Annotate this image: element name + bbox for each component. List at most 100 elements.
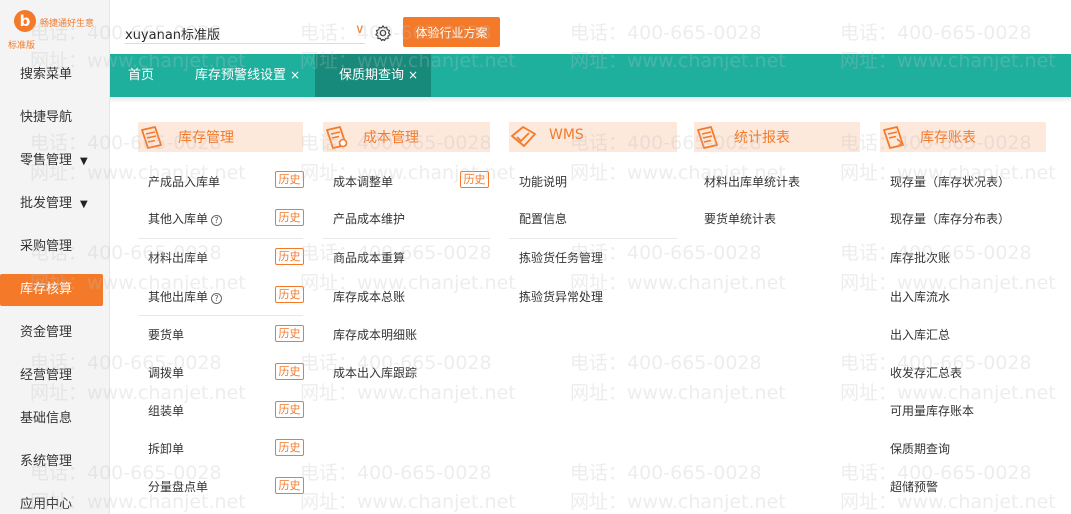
module-header-wms: WMS [509, 122, 677, 152]
try-industry-solution-button[interactable]: 体验行业方案 [403, 17, 500, 47]
module-header-ledger: 库存账表 [880, 122, 1046, 152]
watermark-site: 网址：www.chanjet.net [300, 382, 516, 404]
tab-stock-warning-settings[interactable]: 库存预警线设置 × [195, 54, 300, 97]
menu-item-label: 其他出库单 [148, 290, 209, 304]
help-icon[interactable]: ? [211, 293, 223, 304]
sidebar-item-label: 经营管理 [20, 368, 73, 383]
sidebar-item-app-center[interactable]: 应用中心 [0, 489, 108, 514]
history-button[interactable]: 历史 [275, 286, 304, 303]
menu-item-disassembly[interactable]: 拆卸单 [148, 440, 184, 457]
menu-item-inout-summary[interactable]: 出入库汇总 [890, 326, 950, 343]
history-button[interactable]: 历史 [275, 401, 304, 418]
watermark-site: 网址：www.chanjet.net [570, 382, 786, 404]
divider [509, 238, 677, 239]
company-selector[interactable]: xuyanan标准版 ∨ [125, 22, 365, 44]
sidebar-item-purchase[interactable]: 采购管理 [0, 231, 108, 263]
close-icon[interactable]: × [408, 68, 418, 82]
menu-item-cost-detail-ledger[interactable]: 库存成本明细账 [333, 326, 417, 343]
menu-item-inout-flow[interactable]: 出入库流水 [890, 288, 950, 305]
menu-item-requisition-stats[interactable]: 要货单统计表 [704, 210, 776, 227]
menu-item-feature-description[interactable]: 功能说明 [519, 173, 567, 190]
menu-item-transfer[interactable]: 调拨单 [148, 364, 184, 381]
sidebar-item-operations[interactable]: 经营管理 [0, 360, 108, 392]
module-title: 库存管理 [178, 130, 234, 146]
tab-label: 保质期查询 [339, 68, 405, 83]
close-icon[interactable]: × [290, 68, 300, 82]
top-bar: xuyanan标准版 ∨ 体验行业方案 [110, 0, 1071, 54]
sidebar-item-label: 快捷导航 [20, 110, 73, 125]
logo-slogan: 畅捷通好生意 [40, 19, 95, 29]
menu-item-overstock-warning[interactable]: 超储预警 [890, 478, 938, 495]
module-title: 成本管理 [363, 130, 419, 146]
menu-item-other-inbound[interactable]: 其他入库单? [148, 210, 223, 227]
tab-home[interactable]: 首页 [128, 54, 154, 97]
history-button[interactable]: 历史 [275, 248, 304, 265]
sidebar-item-basic-info[interactable]: 基础信息 [0, 403, 108, 435]
menu-item-receive-issue-summary[interactable]: 收发存汇总表 [890, 364, 962, 381]
sidebar: b 畅捷通好生意 标准版 搜索菜单 快捷导航 零售管理 ▼ 批发管理 ▼ 采购管理 … [0, 0, 110, 514]
menu-item-batch-ledger[interactable]: 库存批次账 [890, 249, 950, 266]
history-button[interactable]: 历史 [275, 171, 304, 188]
history-button[interactable]: 历史 [275, 325, 304, 342]
menu-item-cost-general-ledger[interactable]: 库存成本总账 [333, 288, 405, 305]
sidebar-item-label: 应用中心 [20, 497, 73, 512]
menu-item-stock-distribution[interactable]: 现存量（库存分布表） [890, 210, 1010, 227]
wms-icon [511, 126, 536, 147]
module-title: 库存账表 [920, 130, 976, 146]
history-button[interactable]: 历史 [460, 171, 489, 188]
watermark-phone: 电话：400-665-0028 [570, 462, 762, 484]
watermark-phone: 电话：400-665-0028 [300, 462, 492, 484]
sidebar-item-label: 搜索菜单 [20, 67, 73, 82]
sidebar-item-quick-nav[interactable]: 快捷导航 [0, 102, 108, 134]
menu-item-other-outbound[interactable]: 其他出库单? [148, 288, 223, 305]
history-button[interactable]: 历史 [275, 477, 304, 494]
menu-item-label: 其他入库单 [148, 212, 209, 226]
menu-item-material-outbound[interactable]: 材料出库单 [148, 249, 208, 266]
gear-icon[interactable] [374, 24, 392, 42]
menu-item-configuration[interactable]: 配置信息 [519, 210, 567, 227]
sidebar-item-retail[interactable]: 零售管理 ▼ [0, 145, 108, 177]
menu-item-product-cost-maintenance[interactable]: 产品成本维护 [333, 210, 405, 227]
sidebar-item-search-menu[interactable]: 搜索菜单 [0, 59, 108, 91]
sidebar-item-inventory-accounting[interactable]: 库存核算 [0, 274, 103, 306]
menu-item-shelf-life-query[interactable]: 保质期查询 [890, 440, 950, 457]
menu-item-cost-inout-tracking[interactable]: 成本出入库跟踪 [333, 364, 417, 381]
menu-item-partial-stocktake[interactable]: 分量盘点单 [148, 478, 208, 495]
sidebar-item-label: 资金管理 [20, 325, 73, 340]
cost-doc-icon [326, 126, 348, 149]
company-name: xuyanan标准版 [125, 28, 221, 43]
menu-item-picking-exception-handling[interactable]: 拣验货异常处理 [519, 288, 603, 305]
menu-item-requisition[interactable]: 要货单 [148, 326, 184, 343]
menu-item-recalculate-cost[interactable]: 商品成本重算 [333, 249, 405, 266]
menu-item-finished-goods-inbound[interactable]: 产成品入库单 [148, 173, 220, 190]
watermark-site: 网址：www.chanjet.net [300, 491, 516, 513]
menu-item-assembly[interactable]: 组装单 [148, 402, 184, 419]
tab-shelf-life-query[interactable]: 保质期查询 × [315, 54, 431, 97]
watermark-phone: 电话：400-665-0028 [570, 352, 762, 374]
ledger-doc-icon [883, 126, 904, 149]
tab-bar: 首页 库存预警线设置 × 保质期查询 × [110, 54, 1071, 97]
sidebar-item-label: 基础信息 [20, 411, 73, 426]
sidebar-item-label: 库存核算 [20, 282, 73, 297]
logo[interactable]: b 畅捷通好生意 标准版 [6, 8, 106, 51]
watermark-site: 网址：www.chanjet.net [840, 382, 1056, 404]
menu-item-picking-task-management[interactable]: 拣验货任务管理 [519, 249, 603, 266]
sidebar-item-wholesale[interactable]: 批发管理 ▼ [0, 188, 108, 220]
menu-item-stock-status[interactable]: 现存量（库存状况表） [890, 173, 1010, 190]
sidebar-item-label: 采购管理 [20, 239, 73, 254]
chevron-down-icon: ∨ [355, 22, 365, 37]
module-header-reports: 统计报表 [694, 122, 860, 152]
sidebar-item-label: 批发管理 [20, 196, 73, 211]
menu-item-cost-adjustment[interactable]: 成本调整单 [333, 173, 393, 190]
history-button[interactable]: 历史 [275, 363, 304, 380]
history-button[interactable]: 历史 [275, 209, 304, 226]
sidebar-item-system[interactable]: 系统管理 [0, 446, 108, 478]
tab-label: 库存预警线设置 [195, 68, 287, 83]
history-button[interactable]: 历史 [275, 439, 304, 456]
sidebar-item-funds[interactable]: 资金管理 [0, 317, 108, 349]
menu-item-available-stock-ledger[interactable]: 可用量库存账本 [890, 402, 974, 419]
help-icon[interactable]: ? [211, 215, 223, 226]
menu-item-material-outbound-stats[interactable]: 材料出库单统计表 [704, 173, 800, 190]
logo-edition: 标准版 [8, 41, 36, 51]
module-title: WMS [549, 127, 584, 143]
